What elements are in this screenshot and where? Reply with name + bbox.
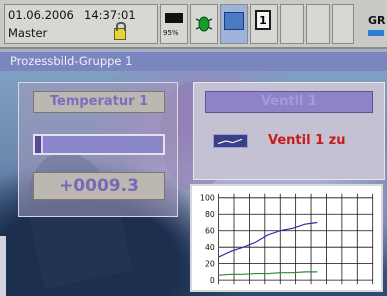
temperature-level-bar xyxy=(33,134,165,155)
battery-cell[interactable] xyxy=(160,4,188,44)
valve-icon xyxy=(213,134,248,148)
empty-cell-2[interactable] xyxy=(306,4,330,44)
valve-button[interactable]: Ventil 1 xyxy=(205,91,373,113)
left-edge-strip xyxy=(0,236,6,296)
page-title: Prozessbild-Gruppe 1 xyxy=(0,52,387,71)
lock-icon xyxy=(114,22,126,40)
chart-ytick-label: 80 xyxy=(205,210,215,219)
valve-status-text: Ventil 1 zu xyxy=(268,133,346,148)
gr-text: GR xyxy=(368,14,386,27)
chart-ytick-label: 60 xyxy=(205,227,215,236)
empty-cell-3[interactable] xyxy=(332,4,354,44)
time-text: 14:37:01 xyxy=(84,8,136,22)
alarm-bug-icon xyxy=(195,16,213,32)
chart-ytick-label: 20 xyxy=(205,260,215,269)
chart-ytick-label: 40 xyxy=(205,243,215,252)
user-text: Master xyxy=(8,26,48,40)
chart-ytick-label: 0 xyxy=(210,276,215,285)
chart-series-line xyxy=(218,221,318,258)
chart-ytick-label: 100 xyxy=(200,194,215,203)
screen-icon xyxy=(224,12,244,30)
temperature-button[interactable]: Temperatur 1 xyxy=(33,91,165,113)
battery-icon xyxy=(165,13,183,23)
arrow-right-icon[interactable] xyxy=(368,30,384,36)
temperature-level-fill xyxy=(35,136,43,153)
window-1-icon: 1 xyxy=(255,10,271,30)
trend-chart: 100 80 60 40 20 0 xyxy=(190,184,383,292)
empty-cell-1[interactable] xyxy=(280,4,304,44)
temperature-value: +0009.3 xyxy=(33,172,165,200)
date-text: 01.06.2006 xyxy=(8,8,74,22)
chart-series-line xyxy=(218,271,318,276)
battery-text: 95% xyxy=(163,29,179,37)
